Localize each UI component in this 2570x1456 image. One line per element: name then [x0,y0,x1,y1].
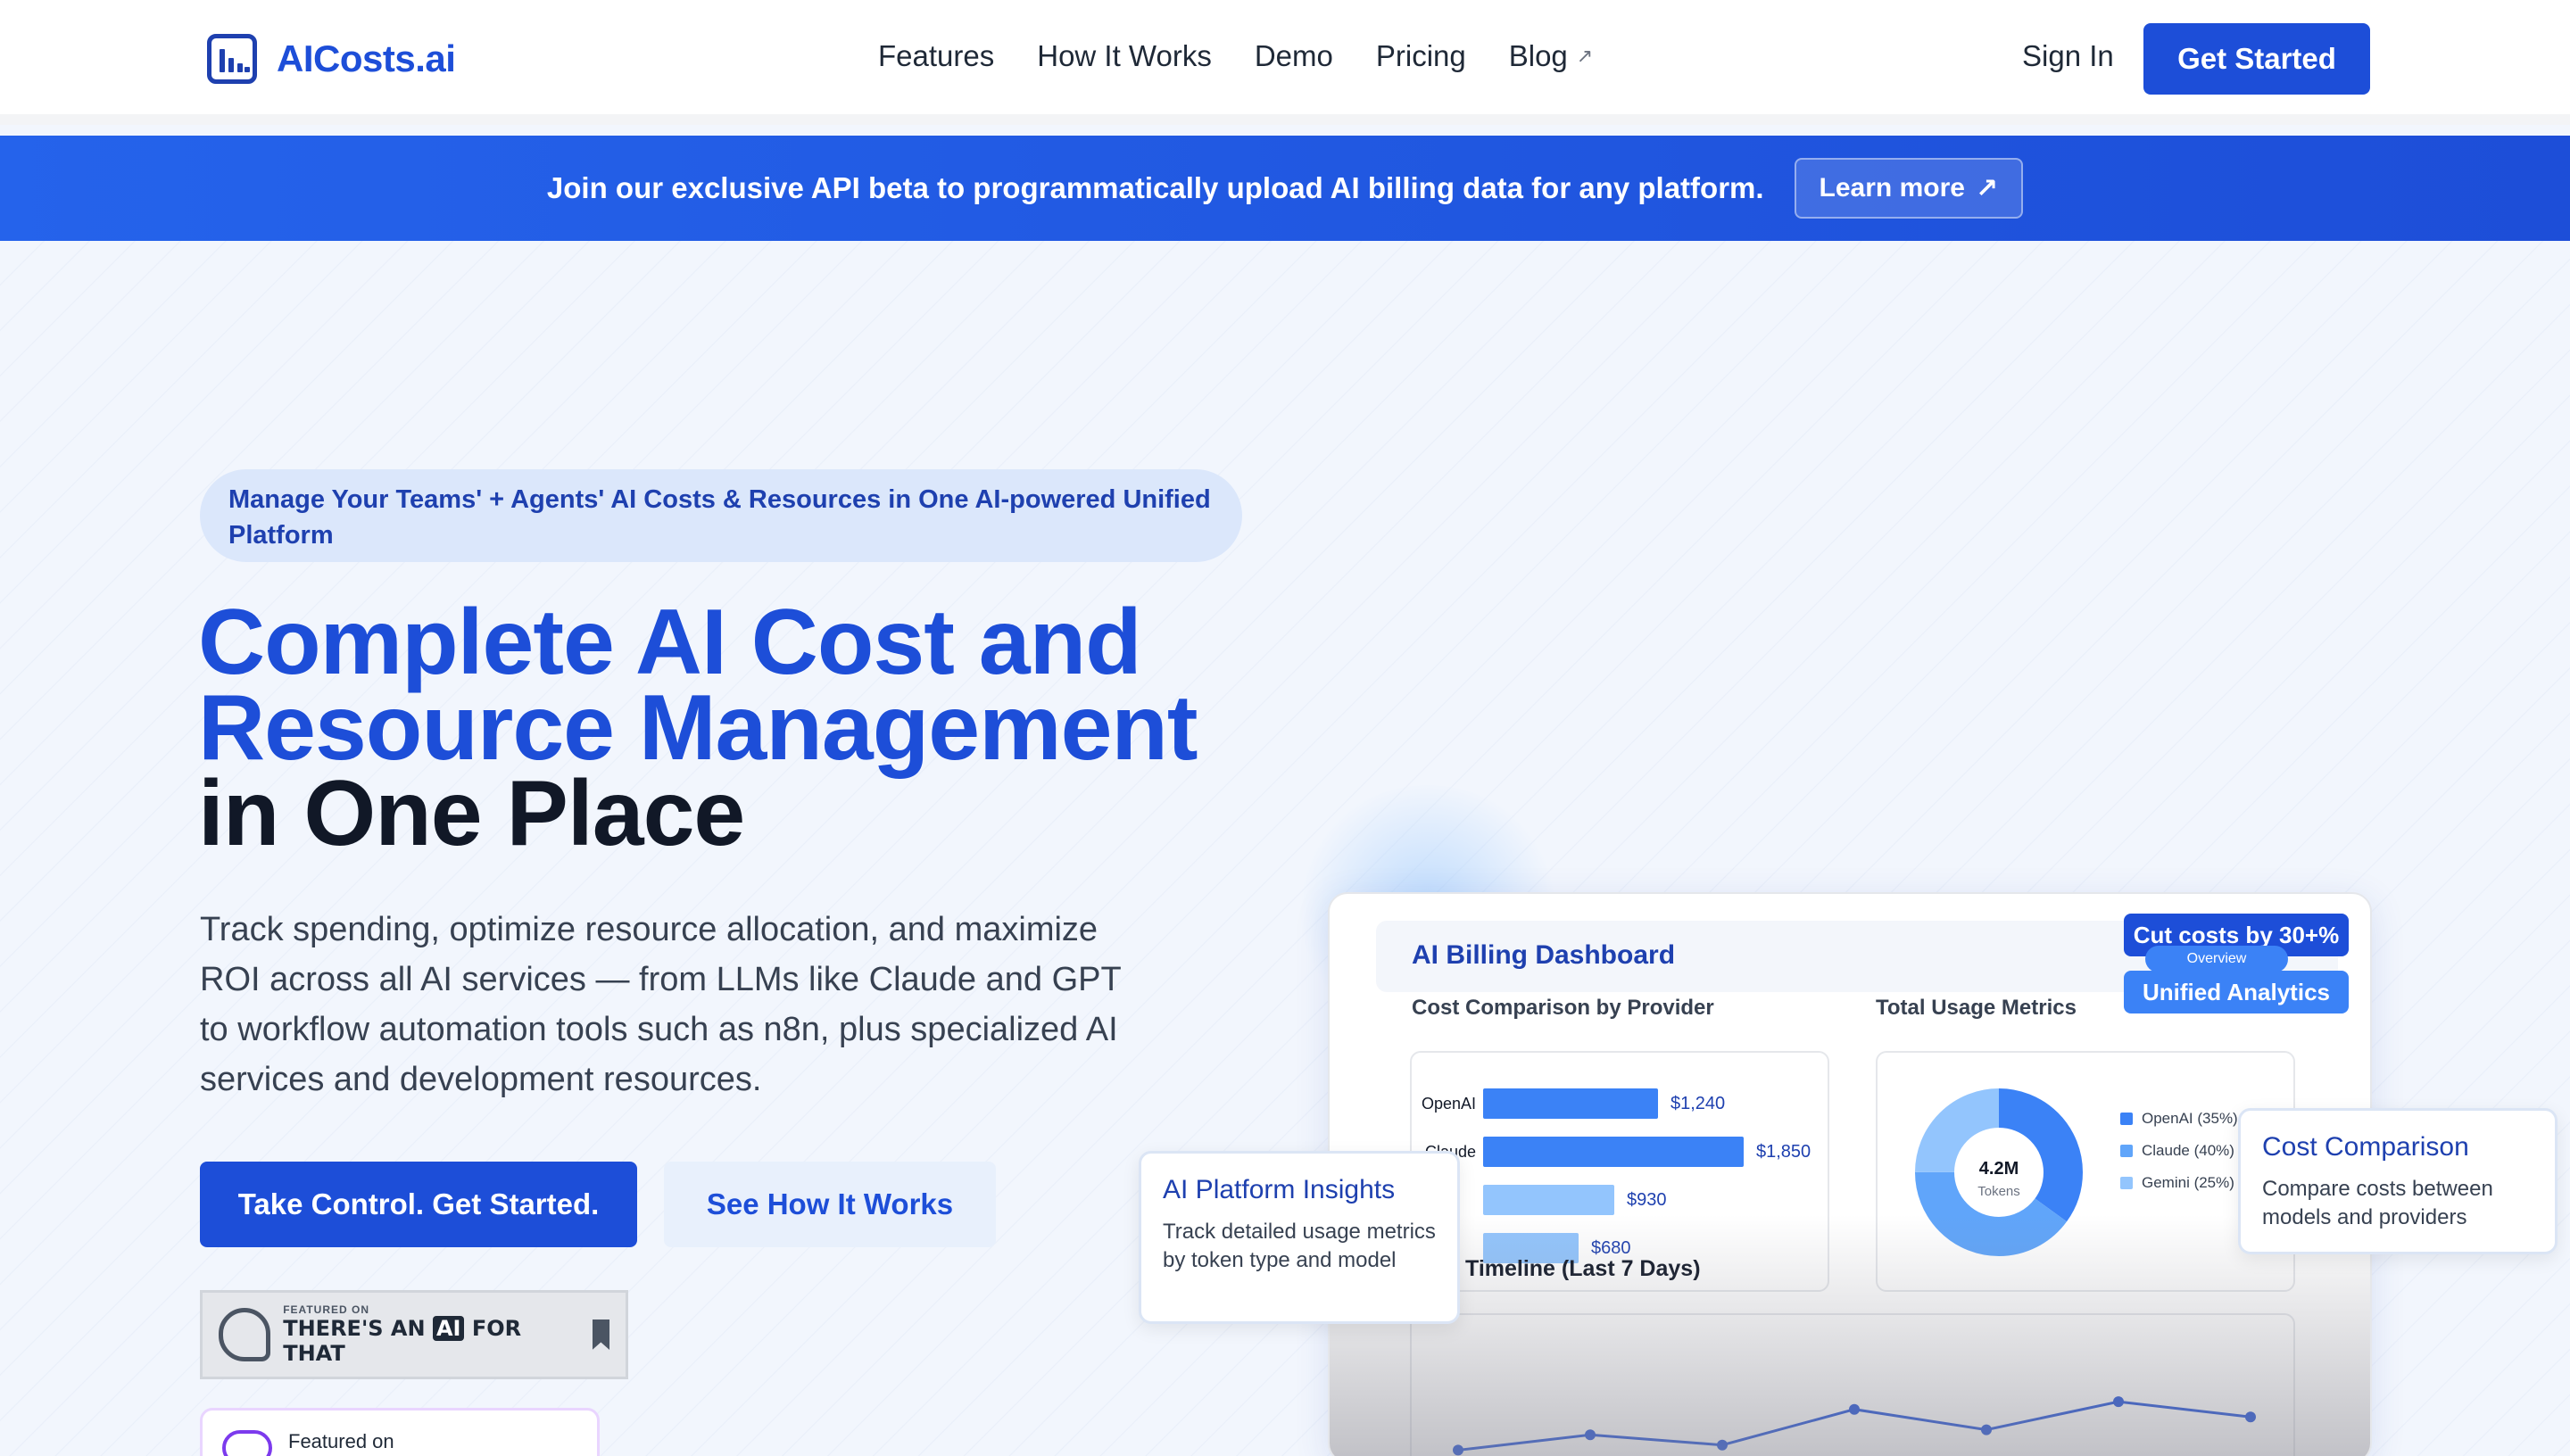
timeline-line-chart [1453,1396,2256,1456]
nav-how-it-works[interactable]: How It Works [1037,39,1212,73]
learn-more-button[interactable]: Learn more ↗ [1794,158,2024,219]
usage-metrics-label: Total Usage Metrics [1876,996,2077,1020]
timeline-point [1717,1439,1728,1451]
featured-on-label: Featured on [288,1430,394,1452]
platform-insights-desc: Track detailed usage metrics by token ty… [1163,1220,1436,1272]
main-nav: Features How It Works Demo Pricing Blog … [878,39,1593,73]
bar-label: OpenAI [1421,1094,1476,1113]
hero-title-line3: in One Place [198,762,745,865]
timeline-point [1453,1444,1463,1456]
hero-pill: Manage Your Teams' + Agents' AI Costs & … [200,469,1242,562]
unified-analytics-tag: Unified Analytics [2124,971,2349,1013]
brand-name: AICosts.ai [277,37,456,79]
cost-comparison-desc: Compare costs between models and provide… [2262,1177,2493,1229]
theres-an-ai-for-that-badge[interactable]: FEATURED ON THERE'S AN AI FOR THAT [200,1290,628,1379]
timeline-point [1849,1403,1860,1415]
hero-lead: Track spending, optimize resource alloca… [200,911,1121,1098]
nav-pricing[interactable]: Pricing [1376,39,1466,73]
legend-item: Claude (40%) [2120,1142,2238,1160]
platform-insights-title: AI Platform Insights [1163,1175,1396,1204]
nav-demo[interactable]: Demo [1255,39,1333,73]
legend-swatch [2120,1145,2133,1157]
legend-label: OpenAI (35%) [2142,1110,2238,1127]
announcement-banner: Join our exclusive API beta to programma… [0,136,2570,241]
legend-label: Gemini (25%) [2142,1174,2234,1191]
platform-insights-card: AI Platform Insights Track detailed usag… [1139,1151,1460,1324]
timeline-point [1981,1424,1992,1435]
legend-item: OpenAI (35%) [2120,1110,2238,1128]
cost-comparison-title: Cost Comparison [2262,1132,2469,1162]
hero-title-line1: Complete AI Cost and [198,591,1142,694]
bar-row: OpenAI $1,240 [1412,1088,1725,1119]
legend-label: Claude (40%) [2142,1142,2234,1159]
nav-blog-label: Blog [1508,39,1568,72]
see-how-it-works-button[interactable]: See How It Works [664,1162,996,1247]
brand-logo[interactable]: AICosts.ai [207,34,456,84]
legend-swatch [2120,1113,2133,1125]
bar-value-label: $1,240 [1670,1093,1726,1113]
bar-row: Claude$1,850 [1412,1137,1811,1167]
get-started-button[interactable]: Get Started [2143,23,2370,95]
take-control-button[interactable]: Take Control. Get Started. [200,1162,637,1247]
featured-logo-icon [222,1430,272,1456]
timeline-card [1410,1313,2295,1456]
donut-legend: OpenAI (35%) Claude (40%) Gemini (25%) [2120,1110,2238,1192]
badge1-big: THERE'S AN AI FOR THAT [283,1316,580,1366]
bar-value-label: $930 [1627,1189,1667,1210]
dashboard-title: AI Billing Dashboard [1412,940,1676,970]
usage-donut-card: 4.2M Tokens OpenAI (35%) Claude (40%) Gemin… [1876,1051,2295,1292]
robot-arm-icon [219,1308,271,1361]
bar [1483,1088,1658,1119]
timeline-label: Timeline (Last 7 Days) [1465,1256,1701,1281]
badge1-small: FEATURED ON [283,1303,369,1316]
badge1-pre: THERE'S AN [283,1316,426,1341]
cost-comparison-card: Cost Comparison Compare costs between mo… [2238,1108,2558,1254]
featured-on-badge[interactable]: Featured on [200,1408,600,1456]
bar-value-label: $1,850 [1756,1141,1811,1162]
chart-icon [207,34,257,84]
timeline-point [2245,1411,2256,1423]
banner-text: Join our exclusive API beta to programma… [546,171,1764,204]
nav-features[interactable]: Features [878,39,994,73]
hero-title-line2: Resource Management [198,676,1198,780]
bar [1483,1185,1614,1215]
bar [1483,1137,1744,1167]
bookmark-icon [592,1320,609,1350]
badge1-text: FEATURED ON THERE'S AN AI FOR THAT [283,1303,580,1366]
legend-swatch [2120,1177,2133,1189]
site-header: AICosts.ai Features How It Works Demo Pr… [0,0,2570,125]
sign-in-link[interactable]: Sign In [2022,39,2114,73]
external-link-icon: ↗ [1576,45,1594,67]
donut-unit: Tokens [1977,1184,2020,1199]
external-link-icon: ↗ [1975,173,1999,203]
learn-more-label: Learn more [1819,173,1965,203]
nav-blog[interactable]: Blog ↗ [1509,39,1594,73]
donut-value: 4.2M [1979,1159,2019,1179]
legend-item: Gemini (25%) [2120,1174,2238,1192]
timeline-point [1585,1429,1596,1441]
cost-comparison-label: Cost Comparison by Provider [1412,996,1714,1020]
hero-title: Complete AI Cost and Resource Management… [198,591,1198,865]
timeline-point [2113,1396,2124,1408]
badge1-ai: AI [432,1316,465,1341]
overview-tag: Overview [2145,946,2288,972]
